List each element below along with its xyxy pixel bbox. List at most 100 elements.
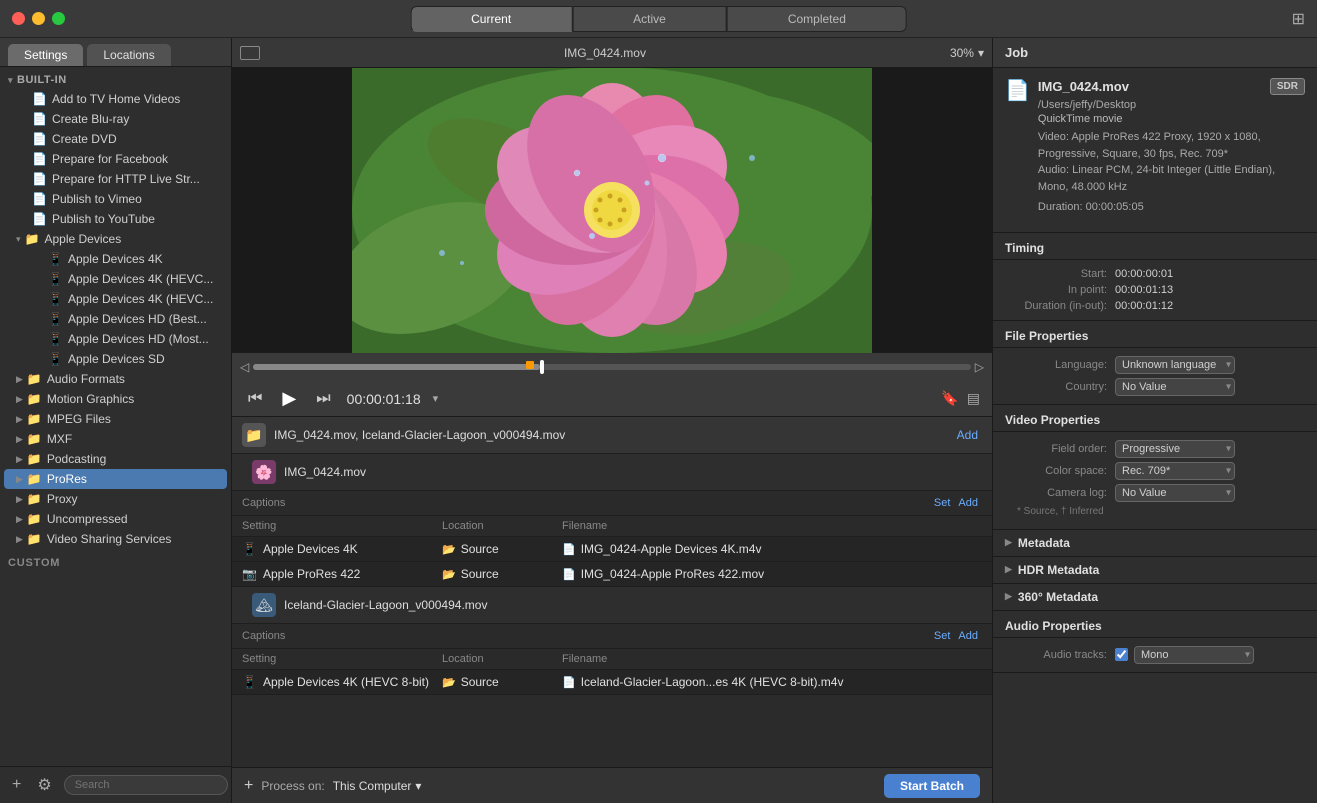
- sidebar-tab-locations[interactable]: Locations: [87, 44, 170, 66]
- audio-tracks-select[interactable]: Mono: [1134, 646, 1254, 664]
- sidebar-item-facebook[interactable]: 📄Prepare for Facebook: [4, 149, 227, 169]
- right-panel: Job 📄 IMG_0424.mov SDR /Users/jeffy/Desk…: [992, 38, 1317, 803]
- builtin-label: BUILT-IN: [17, 74, 67, 86]
- search-input[interactable]: [64, 775, 228, 795]
- tree-item-label: Prepare for Facebook: [52, 152, 168, 166]
- sidebar-item-audio-formats[interactable]: ▶📁Audio Formats: [4, 369, 227, 389]
- sidebar-item-vimeo[interactable]: 📄Publish to Vimeo: [4, 189, 227, 209]
- sidebar-item-proxy[interactable]: ▶📁Proxy: [4, 489, 227, 509]
- timing-section-title: Timing: [993, 233, 1317, 260]
- job-header[interactable]: 📁 IMG_0424.mov, Iceland-Glacier-Lagoon_v…: [232, 417, 992, 454]
- layout-icon[interactable]: ⊞: [1292, 9, 1305, 29]
- file-details: IMG_0424.mov SDR /Users/jeffy/Desktop Qu…: [1038, 78, 1305, 216]
- sidebar-item-uncompressed[interactable]: ▶📁Uncompressed: [4, 509, 227, 529]
- add-preset-button[interactable]: +: [8, 774, 25, 796]
- settings-gear-button[interactable]: ⚙: [33, 773, 55, 797]
- timeline-track[interactable]: [253, 364, 971, 370]
- sidebar-item-dvd[interactable]: 📄Create DVD: [4, 129, 227, 149]
- sidebar-item-podcasting[interactable]: ▶📁Podcasting: [4, 449, 227, 469]
- sidebar-item-motion-graphics[interactable]: ▶📁Motion Graphics: [4, 389, 227, 409]
- sidebar-item-apple-4k[interactable]: 📱Apple Devices 4K: [4, 249, 227, 269]
- start-batch-button[interactable]: Start Batch: [884, 774, 980, 798]
- table-row[interactable]: 📷 Apple ProRes 422 📂 Source 📄 IMG_0424-A…: [232, 562, 992, 587]
- language-select-wrapper: Unknown language: [1115, 356, 1235, 374]
- sidebar-item-apple-hd-most[interactable]: 📱Apple Devices HD (Most...: [4, 329, 227, 349]
- sidebar-item-mpeg-files[interactable]: ▶📁MPEG Files: [4, 409, 227, 429]
- job-list: 📁 IMG_0424.mov, Iceland-Glacier-Lagoon_v…: [232, 417, 992, 767]
- tab-current[interactable]: Current: [410, 6, 572, 32]
- language-select[interactable]: Unknown language: [1115, 356, 1235, 374]
- sidebar-tab-settings[interactable]: Settings: [8, 44, 83, 66]
- zoom-control[interactable]: 30% ▾: [950, 46, 984, 60]
- custom-label: CUSTOM: [0, 553, 231, 573]
- sidebar-item-apple-4k-hevc2[interactable]: 📱Apple Devices 4K (HEVC...: [4, 289, 227, 309]
- file1-add-button[interactable]: Add: [954, 495, 982, 511]
- aspect-ratio-icon[interactable]: [240, 46, 260, 60]
- timeline-bar[interactable]: ◁ ▷: [232, 353, 992, 381]
- sidebar-item-mxf[interactable]: ▶📁MXF: [4, 429, 227, 449]
- skip-forward-button[interactable]: ⏭: [312, 388, 334, 410]
- playback-options-icon[interactable]: ▤: [967, 390, 980, 407]
- sidebar-item-apple-4k-hevc1[interactable]: 📱Apple Devices 4K (HEVC...: [4, 269, 227, 289]
- job-icon: 📁: [242, 423, 266, 447]
- sidebar-item-apple-devices[interactable]: ▾📁Apple Devices: [4, 229, 227, 249]
- tab-completed[interactable]: Completed: [727, 6, 907, 32]
- chevron-icon: ▶: [16, 474, 23, 485]
- file1-set-button[interactable]: Set: [930, 495, 955, 511]
- file2-set-button[interactable]: Set: [930, 628, 955, 644]
- sidebar-item-add-tv[interactable]: 📄Add to TV Home Videos: [4, 89, 227, 109]
- tab-active[interactable]: Active: [572, 6, 727, 32]
- sidebar-item-youtube[interactable]: 📄Publish to YouTube: [4, 209, 227, 229]
- table-row[interactable]: 📱 Apple Devices 4K (HEVC 8-bit) 📂 Source…: [232, 670, 992, 695]
- this-computer-button[interactable]: This Computer ▾: [333, 779, 422, 793]
- skip-back-button[interactable]: ⏮: [244, 388, 266, 410]
- filename-value: IMG_0424-Apple ProRes 422.mov: [581, 567, 764, 581]
- chevron-icon: ▶: [16, 534, 23, 545]
- tree-item-label: Motion Graphics: [47, 392, 134, 406]
- file-type: QuickTime movie: [1038, 113, 1305, 125]
- file2-header[interactable]: 🏔 Iceland-Glacier-Lagoon_v000494.mov: [232, 587, 992, 624]
- sidebar-item-prores[interactable]: ▶📁ProRes: [4, 469, 227, 489]
- playback-controls: ⏮ ▶ ⏭ 00:00:01:18 ▾ 🔖 ▤: [232, 381, 992, 417]
- add-job-button[interactable]: +: [244, 777, 253, 795]
- play-button[interactable]: ▶: [278, 386, 300, 411]
- sidebar-item-apple-hd-best[interactable]: 📱Apple Devices HD (Best...: [4, 309, 227, 329]
- tree-item-icon: 📱: [48, 352, 63, 366]
- audio-props-section-title: Audio Properties: [993, 611, 1317, 638]
- timecode-dropdown[interactable]: ▾: [433, 392, 439, 405]
- file2-captions-label: Captions: [242, 630, 930, 642]
- color-space-select[interactable]: Rec. 709*: [1115, 462, 1235, 480]
- hdr-metadata-section-header[interactable]: ▶ HDR Metadata: [993, 557, 1317, 584]
- file1-header[interactable]: 🌸 IMG_0424.mov: [232, 454, 992, 491]
- file1-captions-row: Captions Set Add: [232, 491, 992, 516]
- 360-metadata-section-header[interactable]: ▶ 360° Metadata: [993, 584, 1317, 611]
- field-order-select[interactable]: Progressive: [1115, 440, 1235, 458]
- camera-log-select[interactable]: No Value: [1115, 484, 1235, 502]
- country-select[interactable]: No Value: [1115, 378, 1235, 396]
- sidebar-item-video-sharing[interactable]: ▶📁Video Sharing Services: [4, 529, 227, 549]
- sidebar-item-blu-ray[interactable]: 📄Create Blu-ray: [4, 109, 227, 129]
- close-button[interactable]: [12, 12, 25, 25]
- video-header: IMG_0424.mov 30% ▾: [232, 38, 992, 68]
- metadata-chevron-icon: ▶: [1005, 537, 1012, 548]
- bookmark-icon[interactable]: 🔖: [941, 390, 958, 407]
- sidebar-item-apple-sd[interactable]: 📱Apple Devices SD: [4, 349, 227, 369]
- metadata-section-header[interactable]: ▶ Metadata: [993, 530, 1317, 557]
- maximize-button[interactable]: [52, 12, 65, 25]
- audio-tracks-checkbox[interactable]: [1115, 648, 1128, 661]
- file2-add-button[interactable]: Add: [954, 628, 982, 644]
- setting-name: Apple Devices 4K (HEVC 8-bit): [263, 675, 429, 689]
- tree-item-icon: 📄: [32, 212, 47, 226]
- file-row: 📄 IMG_0424.mov SDR /Users/jeffy/Desktop …: [1005, 78, 1305, 216]
- setting-name: Apple Devices 4K: [263, 542, 358, 556]
- process-on-label: Process on:: [261, 779, 324, 793]
- language-label: Language:: [1005, 359, 1115, 371]
- col-location-header: Location: [442, 520, 562, 532]
- job-add-button[interactable]: Add: [953, 426, 982, 444]
- field-order-select-wrapper: Progressive: [1115, 440, 1235, 458]
- sidebar-item-http-live[interactable]: 📄Prepare for HTTP Live Str...: [4, 169, 227, 189]
- table-row[interactable]: 📱 Apple Devices 4K 📂 Source 📄 IMG_0424-A…: [232, 537, 992, 562]
- minimize-button[interactable]: [32, 12, 45, 25]
- file-name-right: IMG_0424.mov: [1038, 79, 1262, 94]
- filename-file-icon: 📄: [562, 543, 576, 556]
